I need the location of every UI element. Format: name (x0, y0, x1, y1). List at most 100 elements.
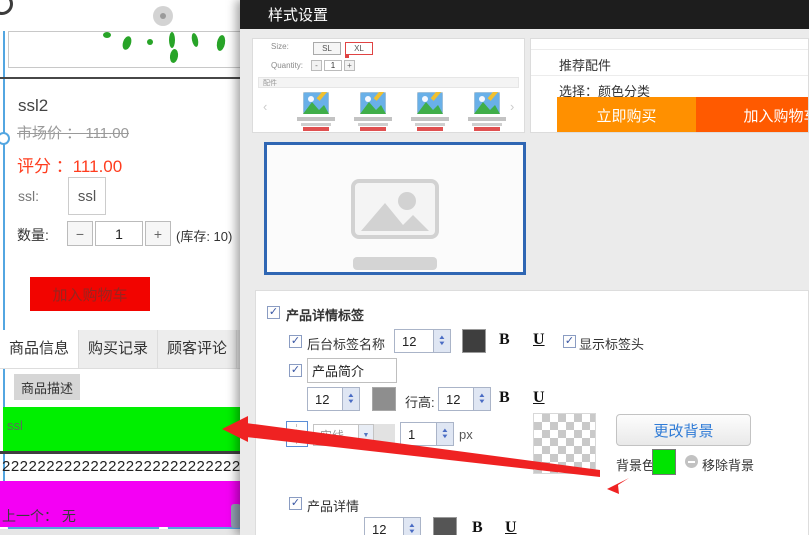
bold-button-3[interactable]: B (472, 519, 483, 535)
font-size-spinner-3[interactable]: 12 ▲▼ (364, 517, 421, 535)
bottom-strip (0, 529, 240, 535)
prev-link-text: 上一个： 无 (2, 506, 76, 526)
font-size-spinner-2[interactable]: 12 ▲▼ (307, 387, 360, 411)
image-icon (351, 179, 439, 239)
paint-preview-box (8, 31, 242, 68)
spinner-arrows-icon[interactable]: ▲▼ (342, 388, 359, 410)
dialog-titlebar[interactable]: 样式设置 (240, 0, 809, 29)
add-to-cart-button[interactable]: 加入购物车 (30, 277, 150, 311)
checkbox-intro[interactable]: ✓ (289, 364, 302, 377)
option-label: ssl: (18, 188, 39, 204)
thumb-image (303, 92, 329, 114)
accessory-thumb[interactable] (291, 92, 341, 132)
detail-tabs-label: 产品详情标签 (286, 305, 364, 324)
accessory-thumb[interactable] (348, 92, 398, 132)
section-divider (0, 77, 240, 79)
tab-purchase-records[interactable]: 购买记录 (79, 330, 158, 368)
screen: ssl2 市场价 ： 111.00 评分 ：111.00 ssl: ssl 数量… (0, 0, 809, 535)
preview-card-right: 推荐配件 选择：颜色分类 立即购买 加入购物车 (530, 38, 809, 133)
backend-tab-name-label: 后台标签名称 (307, 334, 385, 353)
green-description-block[interactable]: ssl (3, 407, 240, 451)
remove-bg-label[interactable]: 移除背景 (702, 455, 754, 474)
transparency-checkerboard (533, 413, 596, 474)
qty-minus-button[interactable]: − (67, 221, 93, 246)
spinner-arrows-icon[interactable]: ▲▼ (403, 518, 420, 535)
bold-button-1[interactable]: B (499, 331, 510, 349)
recommend-title: 推荐配件 (559, 55, 611, 74)
green-block-text: ssl (7, 418, 23, 433)
font-size-spinner-1[interactable]: 12 ▲▼ (394, 329, 451, 353)
accessory-thumb[interactable] (405, 92, 455, 132)
accessories-label: 配件 (263, 78, 277, 88)
product-tabbar: 商品信息 购买记录 顾客评论 买 (0, 330, 240, 369)
preview-qty-value[interactable]: 1 (324, 60, 342, 71)
font-color-swatch-1[interactable] (462, 329, 486, 353)
border-width-spinner[interactable]: 1 ▲▼ (400, 422, 454, 446)
border-style-dropdown[interactable]: 实线 ▼ (313, 424, 374, 446)
buy-now-button[interactable]: 立即购买 (557, 97, 696, 133)
underline-button-1[interactable]: U (533, 331, 545, 349)
bold-button-2[interactable]: B (499, 389, 510, 407)
tab-customer-reviews[interactable]: 顾客评论 (158, 330, 237, 368)
underline-button-2[interactable]: U (533, 389, 545, 407)
chevron-down-icon[interactable]: ▼ (359, 424, 374, 446)
spinner-arrows-icon[interactable]: ▲▼ (473, 388, 490, 410)
dialog-title: 样式设置 (268, 4, 328, 25)
product-rating: 评分 ：111.00 (17, 152, 122, 177)
image-placeholder[interactable] (264, 142, 526, 275)
style-form-panel: ✓ 产品详情标签 ✓ 后台标签名称 12 ▲▼ B U ✓ 显示标签头 ✓ 12… (255, 290, 809, 535)
font-color-swatch-2[interactable] (372, 387, 396, 411)
style-settings-dialog: 样式设置 Size: SL XL Quantity: - 1 + 配件 ‹ › (240, 0, 809, 535)
checkbox-show-tab-head[interactable]: ✓ (563, 335, 576, 348)
checkbox-product-detail[interactable]: ✓ (289, 497, 302, 510)
thumb-image (474, 92, 500, 114)
preview-qty-minus[interactable]: - (311, 60, 322, 71)
subtab-description[interactable]: 商品描述 (14, 374, 80, 400)
qty-label: 数量: (17, 225, 49, 245)
preview-quantity-label: Quantity: (271, 61, 303, 70)
remove-bg-minus-icon[interactable] (685, 455, 698, 468)
size-selected-badge (345, 54, 349, 58)
line-height-spinner[interactable]: 12 ▲▼ (438, 387, 491, 411)
preview-qty-plus[interactable]: + (344, 60, 355, 71)
product-page: ssl2 市场价 ： 111.00 评分 ：111.00 ssl: ssl 数量… (0, 0, 240, 535)
px-label: px (459, 427, 473, 442)
dark-divider (0, 451, 240, 454)
intro-name-input[interactable] (307, 358, 397, 383)
bg-color-label: 背景色 (616, 455, 655, 474)
option-ssl-button[interactable]: ssl (68, 177, 106, 215)
spinner-arrows-icon[interactable]: ▲▼ (436, 423, 453, 445)
preview-add-cart-button[interactable]: 加入购物车 (696, 97, 809, 133)
size-option-sl[interactable]: SL (313, 42, 341, 55)
qty-plus-button[interactable]: + (145, 221, 171, 246)
body-text: 2222222222222222222222222222222222 (2, 458, 240, 475)
underline-button-3[interactable]: U (505, 519, 517, 535)
line-height-label: 行高: (405, 392, 435, 411)
tab-product-info[interactable]: 商品信息 (0, 330, 79, 368)
rotate-handle[interactable] (153, 6, 173, 26)
green-paint-dabs (9, 32, 241, 67)
selection-handle-mid-left[interactable] (0, 132, 10, 145)
thumb-image (360, 92, 386, 114)
stock-text: (库存: 10) (176, 226, 232, 245)
rating-value: 111.00 (73, 157, 122, 176)
spinner-arrows-icon[interactable]: ▲▼ (433, 330, 450, 352)
product-title: ssl2 (18, 96, 48, 116)
accessories-bar: 配件 (258, 77, 519, 88)
font-color-swatch-3[interactable] (433, 517, 457, 535)
change-background-button[interactable]: 更改背景 (616, 414, 751, 446)
bg-color-swatch[interactable] (652, 449, 676, 475)
market-price: 市场价 ： 111.00 (17, 122, 129, 143)
rating-label: 评分 ： (17, 157, 73, 176)
checkbox-detail-tabs[interactable]: ✓ (267, 306, 280, 319)
checkbox-backend-tab-name[interactable]: ✓ (289, 335, 302, 348)
carousel-prev-icon[interactable]: ‹ (263, 99, 267, 114)
size-option-xl[interactable]: XL (345, 42, 373, 55)
checkbox-border[interactable] (286, 421, 308, 447)
magenta-footer-block[interactable]: 上一个： 无 (0, 481, 240, 527)
product-detail-label: 产品详情 (307, 496, 359, 515)
qty-input[interactable] (95, 221, 143, 246)
preview-card-left: Size: SL XL Quantity: - 1 + 配件 ‹ › (252, 38, 525, 133)
border-color-swatch[interactable] (374, 424, 395, 446)
accessory-thumb[interactable] (462, 92, 512, 132)
